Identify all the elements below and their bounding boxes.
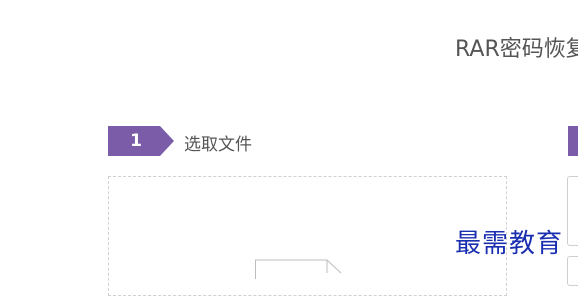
file-icon[interactable]: [255, 259, 345, 279]
step-2-badge: [568, 126, 578, 156]
watermark: 最需教育: [455, 229, 564, 259]
step-1-label: 选取文件: [184, 135, 252, 155]
right-panel-box: [567, 176, 578, 246]
right-panel-box-lower: [567, 256, 578, 286]
page-title: RAR密码恢复: [455, 37, 578, 62]
step-1-number: 1: [130, 131, 142, 151]
